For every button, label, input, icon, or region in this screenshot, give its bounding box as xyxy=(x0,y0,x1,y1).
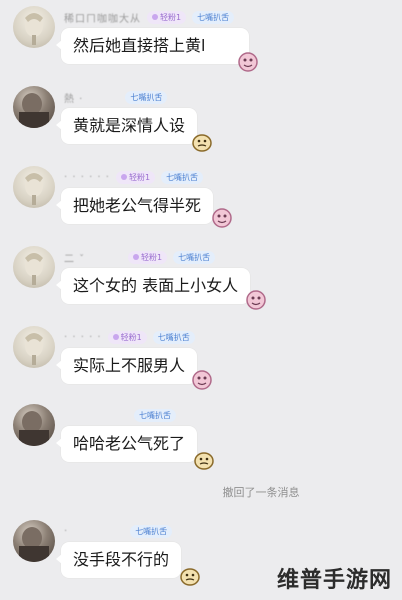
avatar[interactable] xyxy=(13,166,55,208)
message-meta: 二 ˇ 轻粉1 七嘴扒舌 xyxy=(64,250,216,265)
group-badge: 七嘴扒舌 xyxy=(173,250,216,264)
pink-sticker-icon xyxy=(234,48,262,76)
message-text: 然后她直接搭上黄l xyxy=(73,36,206,55)
recall-notice: 撤回了一条消息 xyxy=(222,486,300,499)
sender-nickname[interactable]: 熱 · xyxy=(64,90,83,105)
group-badge: 七嘴扒舌 xyxy=(134,408,176,422)
message-meta: · · · · · · 轻粉1 七嘴扒舌 xyxy=(64,170,204,184)
avatar[interactable] xyxy=(13,6,55,48)
avatar[interactable] xyxy=(13,86,55,128)
group-badge: 七嘴扒舌 xyxy=(130,524,173,538)
pink-sticker-icon xyxy=(242,286,270,314)
chat-screen: 稀口ㄇ咖咖大从 轻粉1 七嘴扒舌 然后她直接搭上黄l 熱 · 七嘴扒舌 黄就是深… xyxy=(0,0,402,600)
gold-sticker-icon xyxy=(176,562,204,590)
fan-level-badge: 轻粉1 xyxy=(115,170,156,184)
avatar-image xyxy=(25,333,43,365)
sender-nickname[interactable]: · · · · · · xyxy=(64,172,110,183)
fan-level-badge: 轻粉1 xyxy=(107,330,147,344)
message-text: 实际上不服男人 xyxy=(73,356,186,375)
message-bubble[interactable]: 黄就是深情人设 xyxy=(55,108,198,144)
message-meta: · 七嘴扒舌 xyxy=(64,524,173,538)
avatar-image xyxy=(19,411,49,446)
message-meta: 熱 · 七嘴扒舌 xyxy=(64,90,168,105)
group-badge: 七嘴扒舌 xyxy=(161,170,204,184)
message-meta: 稀口ㄇ咖咖大从 轻粉1 七嘴扒舌 xyxy=(64,10,235,25)
avatar-image xyxy=(25,253,43,285)
avatar-image xyxy=(25,173,43,205)
message-bubble[interactable]: 没手段不行的 xyxy=(55,542,182,578)
message-meta: · · · · · 轻粉1 七嘴扒舌 xyxy=(64,330,195,344)
sender-nickname[interactable]: · · · · · xyxy=(64,332,102,343)
sender-nickname[interactable]: 二 ˇ xyxy=(64,250,122,265)
avatar-image xyxy=(19,93,49,128)
group-badge: 七嘴扒舌 xyxy=(125,90,168,104)
avatar[interactable] xyxy=(13,404,55,446)
watermark-logo: 维普手游网 xyxy=(276,568,392,593)
message-text: 这个女的 表面上小女人 xyxy=(73,276,239,295)
message-bubble[interactable]: 把她老公气得半死 xyxy=(55,188,214,224)
avatar[interactable] xyxy=(13,520,55,562)
message-bubble[interactable]: 这个女的 表面上小女人 xyxy=(55,268,251,304)
message-bubble[interactable]: 然后她直接搭上黄l xyxy=(56,28,249,64)
group-badge: 七嘴扒舌 xyxy=(152,330,195,344)
pink-sticker-icon xyxy=(208,204,236,232)
message-bubble[interactable]: 哈哈老公气死了 xyxy=(55,426,198,462)
avatar[interactable] xyxy=(13,326,55,368)
pink-sticker-icon xyxy=(188,366,216,394)
fan-level-badge: 轻粉1 xyxy=(128,250,168,264)
avatar-image xyxy=(25,13,43,45)
message-text: 哈哈老公气死了 xyxy=(73,434,186,453)
group-badge: 七嘴扒舌 xyxy=(192,10,235,24)
gold-sticker-icon xyxy=(188,128,216,156)
gold-sticker-icon xyxy=(190,446,218,474)
message-bubble[interactable]: 实际上不服男人 xyxy=(55,348,198,384)
sender-nickname[interactable]: · xyxy=(64,526,68,537)
avatar-image xyxy=(19,527,49,562)
message-meta: 七嘴扒舌 xyxy=(64,408,176,422)
fan-level-badge: 轻粉1 xyxy=(147,10,187,24)
avatar[interactable] xyxy=(13,246,55,288)
message-text: 黄就是深情人设 xyxy=(73,116,186,135)
sender-nickname[interactable]: 稀口ㄇ咖咖大从 xyxy=(64,10,141,25)
message-text: 没手段不行的 xyxy=(73,550,170,569)
message-text: 把她老公气得半死 xyxy=(73,196,202,215)
